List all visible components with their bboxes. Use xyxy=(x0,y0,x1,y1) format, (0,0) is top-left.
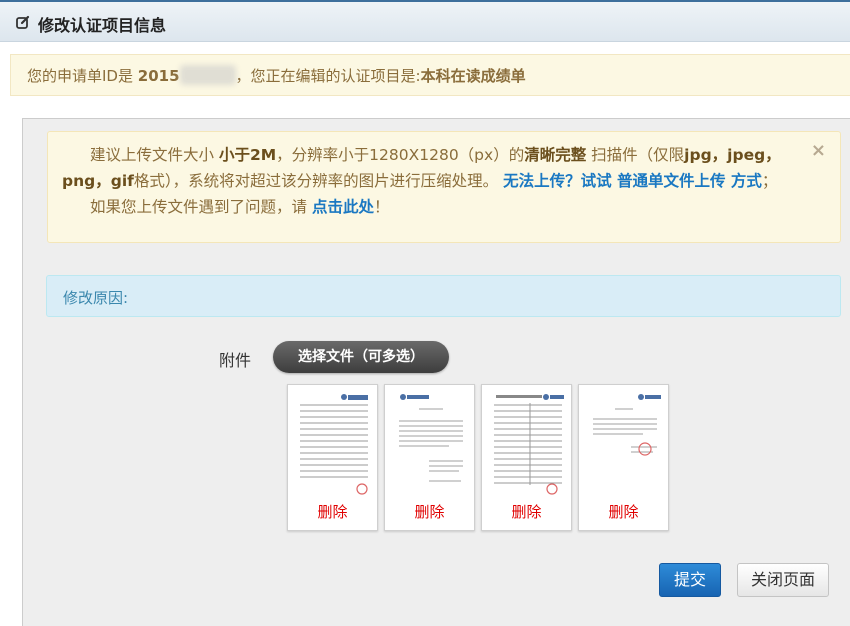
attachment-thumbnail[interactable]: 删除 xyxy=(384,384,475,531)
tip-size-limit: 小于2M xyxy=(218,146,277,164)
document-scan-icon xyxy=(399,394,463,482)
document-scan-icon xyxy=(593,394,661,456)
help-link[interactable]: 点击此处 xyxy=(312,198,374,216)
upload-tips-line-1: 建议上传文件大小 小于2M，分辨率小于1280X1280（px）的清晰完整 扫描… xyxy=(62,142,800,194)
delete-attachment-button[interactable]: 删除 xyxy=(579,501,668,522)
close-icon[interactable]: × xyxy=(811,138,826,164)
tip-text: 如果您上传文件遇到了问题，请 xyxy=(90,198,308,216)
application-id-label: 您的申请单ID是 xyxy=(27,67,133,85)
submit-button[interactable]: 提交 xyxy=(659,563,721,597)
tip-text: 建议上传文件大小 xyxy=(90,146,215,164)
upload-tips-line-2: 如果您上传文件遇到了问题，请 点击此处！ xyxy=(62,194,800,220)
close-page-button[interactable]: 关闭页面 xyxy=(737,563,829,597)
modify-reason-label: 修改原因: xyxy=(63,289,129,307)
edit-panel: × 建议上传文件大小 小于2M，分辨率小于1280X1280（px）的清晰完整 … xyxy=(22,118,850,626)
edit-icon xyxy=(16,15,30,29)
tip-text: ！ xyxy=(373,198,390,216)
application-id: 2015 xyxy=(137,67,180,85)
redacted-id-blur xyxy=(179,65,236,85)
document-scan-icon xyxy=(300,394,368,495)
upload-tips-alert: × 建议上传文件大小 小于2M，分辨率小于1280X1280（px）的清晰完整 … xyxy=(47,131,841,243)
page-title: 修改认证项目信息 xyxy=(38,16,167,35)
tip-text: 扫描件（仅限 xyxy=(591,146,685,164)
editing-project-label: ，您正在编辑的认证项目是: xyxy=(235,67,421,85)
single-file-upload-link[interactable]: 无法上传？试试 普通单文件上传 方式 xyxy=(503,172,762,190)
modify-reason-field[interactable]: 修改原因: xyxy=(46,275,841,317)
attachment-thumbnail[interactable]: 删除 xyxy=(578,384,669,531)
attachment-label: 附件 xyxy=(219,351,252,370)
application-info-banner: 您的申请单ID是 2015 ，您正在编辑的认证项目是:本科在读成绩单 xyxy=(10,54,850,96)
page-header: 修改认证项目信息 xyxy=(0,0,850,42)
choose-files-button[interactable]: 选择文件（可多选） xyxy=(273,341,449,373)
delete-attachment-button[interactable]: 删除 xyxy=(385,501,474,522)
attachment-thumbnail[interactable]: 删除 xyxy=(481,384,572,531)
tip-text: 格式），系统将对超过该分辨率的图片进行压缩处理。 xyxy=(133,172,499,190)
project-name: 本科在读成绩单 xyxy=(420,67,526,85)
tip-text: ； xyxy=(761,172,778,190)
delete-attachment-button[interactable]: 删除 xyxy=(288,501,377,522)
tip-clarity: 清晰完整 xyxy=(524,146,587,164)
attachment-thumbnail[interactable]: 删除 xyxy=(287,384,378,531)
tip-text: ，分辨率小于1280X1280（px）的 xyxy=(276,146,525,164)
document-scan-icon xyxy=(494,394,564,495)
delete-attachment-button[interactable]: 删除 xyxy=(482,501,571,522)
